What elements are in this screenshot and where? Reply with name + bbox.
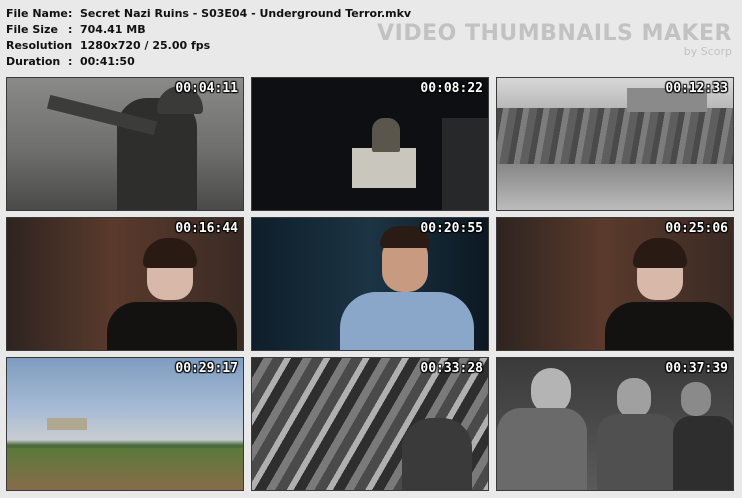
- scene-figure: [143, 238, 197, 268]
- scene-figure: [352, 148, 416, 188]
- file-size-value: 704.41 MB: [80, 23, 146, 36]
- timestamp-label: 00:33:28: [420, 361, 483, 376]
- thumbnail-6[interactable]: 00:25:06: [496, 217, 734, 351]
- timestamp-label: 00:16:44: [175, 221, 238, 236]
- scene-figure: [7, 448, 243, 490]
- scene-figure: [617, 378, 651, 418]
- scene-figure: [442, 118, 488, 210]
- scene-figure: [597, 414, 677, 490]
- resolution-row: Resolution : 1280x720 / 25.00 fps: [6, 38, 411, 54]
- scene-figure: [47, 418, 87, 430]
- scene-figure: [497, 108, 733, 164]
- timestamp-label: 00:25:06: [665, 221, 728, 236]
- scene-figure: [402, 418, 472, 490]
- separator: :: [68, 23, 73, 36]
- scene-figure: [681, 382, 711, 416]
- separator: :: [68, 7, 73, 20]
- timestamp-label: 00:04:11: [175, 81, 238, 96]
- thumbnail-9[interactable]: 00:37:39: [496, 357, 734, 491]
- timestamp-label: 00:12:33: [665, 81, 728, 96]
- thumbnail-7[interactable]: 00:29:17: [6, 357, 244, 491]
- file-size-label: File Size: [6, 23, 58, 36]
- timestamp-label: 00:29:17: [175, 361, 238, 376]
- file-name-label: File Name: [6, 7, 68, 20]
- separator: :: [68, 55, 73, 68]
- resolution-label: Resolution: [6, 39, 73, 52]
- scene-figure: [497, 408, 587, 490]
- duration-value: 00:41:50: [80, 55, 135, 68]
- thumbnail-5[interactable]: 00:20:55: [251, 217, 489, 351]
- file-name-value: Secret Nazi Ruins - S03E04 - Underground…: [80, 7, 412, 20]
- scene-figure: [340, 292, 474, 350]
- scene-figure: [633, 238, 687, 268]
- scene-figure: [673, 416, 733, 490]
- scene-figure: [605, 302, 733, 350]
- thumbnail-2[interactable]: 00:08:22: [251, 77, 489, 211]
- resolution-value: 1280x720 / 25.00 fps: [80, 39, 211, 52]
- separator: :: [68, 39, 73, 52]
- watermark-brand: VIDEO THUMBNAILS MAKER by Scorp: [377, 22, 732, 58]
- file-size-row: File Size : 704.41 MB: [6, 22, 411, 38]
- thumbnail-1[interactable]: 00:04:11: [6, 77, 244, 211]
- duration-label: Duration: [6, 55, 61, 68]
- timestamp-label: 00:37:39: [665, 361, 728, 376]
- thumbnail-4[interactable]: 00:16:44: [6, 217, 244, 351]
- file-info-panel: File Name : Secret Nazi Ruins - S03E04 -…: [6, 6, 411, 70]
- brand-subtitle: by Scorp: [683, 45, 732, 58]
- timestamp-label: 00:08:22: [420, 81, 483, 96]
- thumbnail-3[interactable]: 00:12:33: [496, 77, 734, 211]
- file-name-row: File Name : Secret Nazi Ruins - S03E04 -…: [6, 6, 411, 22]
- brand-title: VIDEO THUMBNAILS MAKER: [377, 21, 732, 46]
- scene-figure: [107, 302, 237, 350]
- thumbnail-8[interactable]: 00:33:28: [251, 357, 489, 491]
- timestamp-label: 00:20:55: [420, 221, 483, 236]
- scene-figure: [372, 118, 400, 152]
- duration-row: Duration : 00:41:50: [6, 54, 411, 70]
